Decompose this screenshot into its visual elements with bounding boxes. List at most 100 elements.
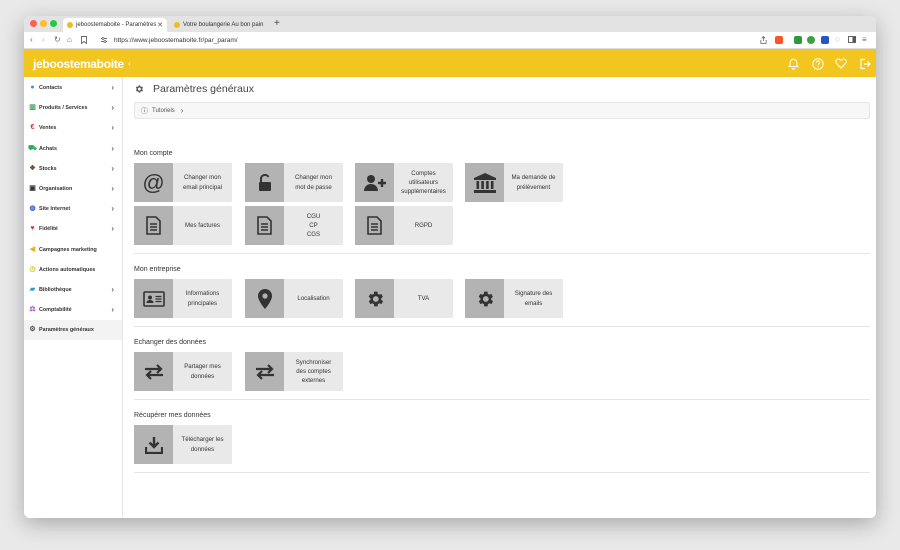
home-icon[interactable]: ⌂ <box>67 35 72 45</box>
calendar-icon: ▣ <box>29 185 36 193</box>
close-tab-icon[interactable]: ✕ <box>157 21 163 29</box>
gear-icon: ⚙ <box>29 326 36 334</box>
users-icon: ● <box>30 84 35 92</box>
extensions-icon[interactable]: ◌ <box>835 35 840 45</box>
sidebar-item-campagnes[interactable]: ◀ Campagnes marketing <box>24 240 122 260</box>
collapse-sidebar-icon[interactable]: ‹ <box>128 59 131 68</box>
card-tva[interactable]: TVA <box>355 279 453 318</box>
logout-icon[interactable] <box>858 57 871 70</box>
sidebar-item-label: Produits / Services <box>39 105 88 112</box>
card-comptes-utilisateurs[interactable]: Comptes utilisateurs supplémentaires <box>355 163 453 202</box>
app-header: jeboostemaboite ‹ <box>24 49 876 77</box>
sidebar-item-contacts[interactable]: ● Contacts › <box>24 78 122 98</box>
app-logo[interactable]: jeboostemaboite <box>33 57 124 71</box>
at-icon: @ <box>134 163 173 202</box>
tab-title: jeboostemaboite - Paramètres <box>76 22 157 28</box>
browser-tab-active[interactable]: jeboostemaboite - Paramètres ✕ <box>63 18 167 32</box>
sidebar-item-organisation[interactable]: ▣ Organisation › <box>24 179 122 199</box>
sidebar-item-label: Campagnes marketing <box>39 246 97 253</box>
chevron-right-icon: › <box>111 163 114 173</box>
gear-icon <box>355 279 394 318</box>
card-label: RGPD <box>414 221 433 229</box>
sidebar-item-label: Comptabilité <box>39 307 72 314</box>
extension-icon[interactable] <box>794 36 802 44</box>
card-label: Changer mon mot de passe <box>295 174 332 191</box>
back-icon[interactable]: ‹ <box>30 35 33 45</box>
document-icon <box>134 206 173 245</box>
help-icon[interactable] <box>811 57 824 70</box>
card-telecharger-donnees[interactable]: Télécharger les données <box>134 425 232 464</box>
section-divider <box>134 253 870 254</box>
card-localisation[interactable]: Localisation <box>245 279 343 318</box>
sidebar-item-label: Achats <box>39 145 57 152</box>
forward-icon[interactable]: › <box>42 35 45 45</box>
chevron-right-icon: › <box>111 103 114 113</box>
exchange-icon <box>245 352 284 391</box>
card-label: Mes factures <box>185 221 220 229</box>
main-content: Paramètres généraux ⓘ Tutoriels › Mon co… <box>124 77 876 518</box>
sidebar-toggle-icon[interactable] <box>848 36 856 46</box>
gear-icon <box>134 84 144 94</box>
menu-icon[interactable]: ≡ <box>862 35 867 45</box>
reload-icon[interactable]: ↻ <box>54 35 61 45</box>
sidebar-item-produits[interactable]: ▥ Produits / Services › <box>24 98 122 118</box>
minimize-window-button[interactable] <box>40 20 47 27</box>
books-icon: ▥ <box>29 104 36 112</box>
clock-icon: ◷ <box>29 265 36 273</box>
card-mes-factures[interactable]: Mes factures <box>134 206 232 245</box>
bookmark-icon[interactable] <box>81 36 87 47</box>
card-informations-principales[interactable]: Informations principales <box>134 279 232 318</box>
maximize-window-button[interactable] <box>50 20 57 27</box>
card-changer-mot-de-passe[interactable]: Changer mon mot de passe <box>245 163 343 202</box>
address-bar: ‹ › ↻ ⌂ https://www.jeboostemaboite.fr/p… <box>24 32 876 49</box>
card-synchroniser-comptes[interactable]: Synchroniser des comptes externes <box>245 352 343 391</box>
url-field[interactable]: https://www.jeboostemaboite.fr/par_param… <box>114 37 238 44</box>
sidebar-item-achats[interactable]: ⛟ Achats › <box>24 139 122 159</box>
extension-icon[interactable] <box>807 36 815 44</box>
document-icon <box>245 206 284 245</box>
extension-icon[interactable] <box>821 36 829 44</box>
card-rgpd[interactable]: RGPD <box>355 206 453 245</box>
favorites-heart-icon[interactable] <box>834 57 847 70</box>
card-label: Synchroniser des comptes externes <box>295 358 332 385</box>
card-demande-prelevement[interactable]: Ma demande de prélèvement <box>465 163 563 202</box>
cubes-icon: ❖ <box>29 164 36 172</box>
browser-tab[interactable]: Votre boulangerie Au bon pain <box>170 18 270 32</box>
sidebar-item-site-internet[interactable]: ◍ Site Internet › <box>24 199 122 219</box>
card-label: CGU CP CGS <box>306 212 321 239</box>
notifications-bell-icon[interactable] <box>787 57 800 70</box>
user-plus-icon <box>355 163 394 202</box>
close-window-button[interactable] <box>30 20 37 27</box>
page-title-text: Paramètres généraux <box>153 83 254 95</box>
share-icon[interactable] <box>760 36 767 47</box>
tutorials-label: Tutoriels <box>152 107 175 114</box>
brave-shield-icon[interactable] <box>775 36 783 44</box>
section-title-mon-entreprise: Mon entreprise <box>134 266 181 273</box>
megaphone-icon: ◀ <box>29 245 36 253</box>
bank-icon <box>465 163 504 202</box>
section-title-echanger: Echanger des données <box>134 339 206 346</box>
sidebar-item-ventes[interactable]: € Ventes › <box>24 118 122 138</box>
tab-bar: jeboostemaboite - Paramètres ✕ Votre bou… <box>24 16 876 32</box>
globe-icon: ◍ <box>29 205 36 213</box>
card-cgu-cp-cgs[interactable]: CGU CP CGS <box>245 206 343 245</box>
sidebar-item-label: Stocks <box>39 165 57 172</box>
site-settings-icon[interactable] <box>100 36 108 47</box>
tutorials-bar[interactable]: ⓘ Tutoriels › <box>134 102 870 119</box>
section-divider <box>134 472 870 473</box>
sidebar-item-actions[interactable]: ◷ Actions automatiques <box>24 260 122 280</box>
chevron-right-icon: › <box>180 106 184 115</box>
sidebar-item-fidelite[interactable]: ♥ Fidélité › <box>24 219 122 239</box>
card-partager-donnees[interactable]: Partager mes données <box>134 352 232 391</box>
new-tab-button[interactable]: + <box>274 18 280 30</box>
card-changer-email[interactable]: @ Changer mon email principal <box>134 163 232 202</box>
sidebar-item-comptabilite[interactable]: ⚖ Comptabilité › <box>24 300 122 320</box>
chevron-right-icon: › <box>111 224 114 234</box>
chevron-right-icon: › <box>111 204 114 214</box>
sidebar-item-parametres[interactable]: ⚙ Paramètres généraux <box>24 320 122 341</box>
sidebar-item-stocks[interactable]: ❖ Stocks › <box>24 159 122 179</box>
section-divider <box>134 399 870 400</box>
card-signature-emails[interactable]: Signature des emails <box>465 279 563 318</box>
card-label: Partager mes données <box>184 363 221 380</box>
sidebar-item-bibliotheque[interactable]: ▰ Bibliothèque › <box>24 280 122 300</box>
